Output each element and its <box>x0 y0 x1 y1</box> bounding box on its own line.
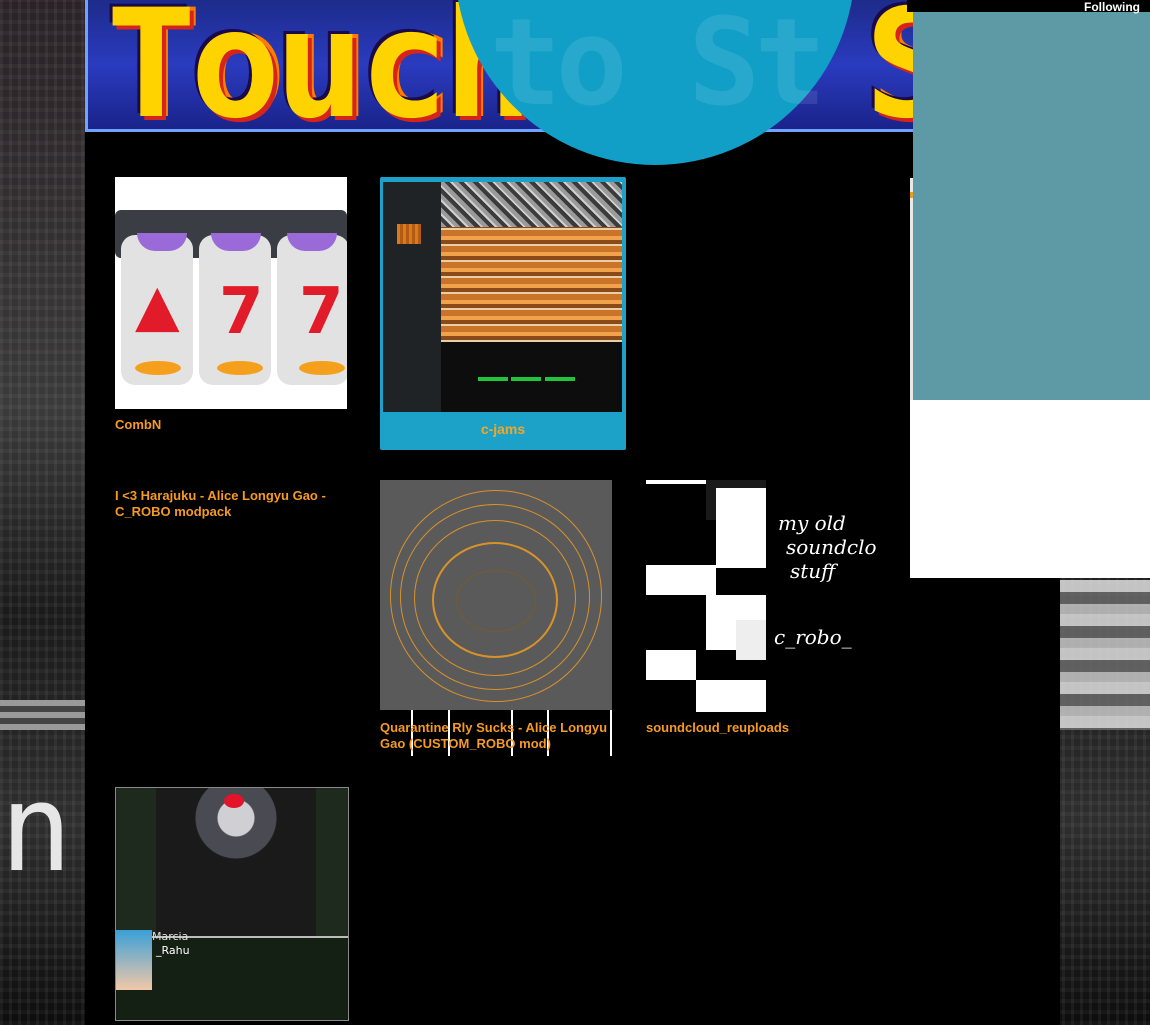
quarantine-thumbnail[interactable] <box>380 480 612 712</box>
background-glyph: n <box>0 770 73 890</box>
following-header: Following <box>907 0 1150 14</box>
robo-dialog-text: _Rahu <box>156 944 190 957</box>
robo-character-portrait <box>116 930 152 990</box>
gallery-item-soundcloud[interactable]: my old soundcloud stuff c_robo_ soundclo… <box>646 480 878 740</box>
slot-reel: 7 <box>277 233 347 385</box>
cjams-editor-sidebar <box>383 182 441 412</box>
soundcloud-hand-line: my old <box>778 511 846 535</box>
robo-figure <box>156 788 316 938</box>
combn-thumbnail[interactable]: ▲ 7 7 <box>115 177 347 409</box>
harajuku-caption[interactable]: I <3 Harajuku - Alice Longyu Gao - C_ROB… <box>115 488 347 520</box>
gallery-item-combn[interactable]: ▲ 7 7 CombN <box>115 177 347 437</box>
gallery-item-quarantine[interactable]: Quarantine Rly Sucks - Alice Longyu Gao … <box>380 480 612 757</box>
slot-reel: 7 <box>199 233 271 385</box>
combn-caption[interactable]: CombN <box>115 417 347 433</box>
robo-speaker-name: Marcia <box>152 930 189 943</box>
robo-eye <box>224 794 244 808</box>
cjams-thumbnail[interactable] <box>383 182 622 412</box>
banner-circle-watermark: to St <box>489 0 826 133</box>
soundcloud-hand-line: soundcloud <box>786 535 878 559</box>
quarantine-caption[interactable]: Quarantine Rly Sucks - Alice Longyu Gao … <box>380 720 612 752</box>
background-glitch-band-left <box>0 700 85 730</box>
gallery-item-cjams[interactable]: c-jams <box>380 177 626 450</box>
following-label[interactable]: Following <box>1084 0 1140 14</box>
soundcloud-caption[interactable]: soundcloud_reuploads <box>646 720 878 736</box>
cjams-caption[interactable]: c-jams <box>380 421 626 437</box>
side-white-panel <box>910 400 1150 578</box>
soundcloud-hand-line: c_robo_ <box>774 625 852 649</box>
robo-thumbnail[interactable]: Marcia _Rahu <box>115 787 349 1021</box>
following-panel[interactable] <box>913 12 1150 400</box>
slot-reel: ▲ <box>121 233 193 385</box>
gallery-item-harajuku[interactable]: I <3 Harajuku - Alice Longyu Gao - C_ROB… <box>115 488 347 528</box>
soundcloud-hand-line: stuff <box>790 559 836 583</box>
gallery-item-robo[interactable]: Marcia _Rahu <box>115 787 349 1021</box>
soundcloud-thumbnail[interactable]: my old soundcloud stuff c_robo_ <box>646 480 878 712</box>
background-glitch-band-right <box>1060 580 1150 730</box>
